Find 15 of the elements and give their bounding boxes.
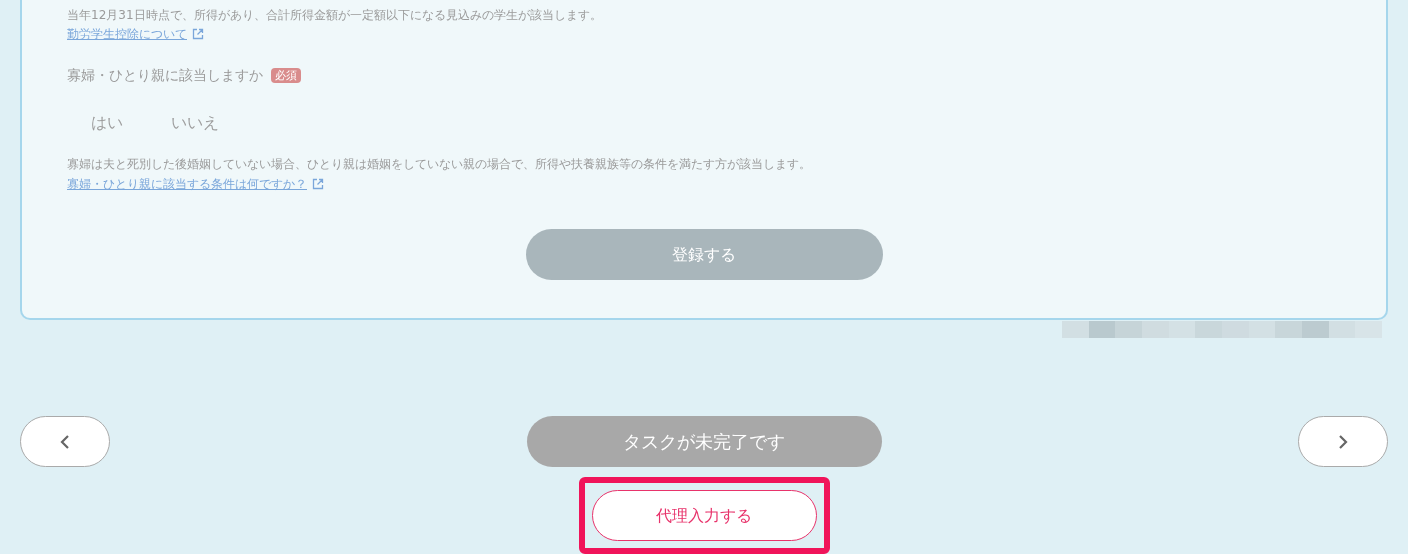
question-label: 寡婦・ひとり親に該当しますか — [67, 65, 263, 85]
help-link[interactable]: 寡婦・ひとり親に該当する条件は何ですか？ — [67, 175, 307, 193]
proxy-input-button[interactable]: 代理入力する — [591, 490, 817, 541]
help-text: 寡婦は夫と死別した後婚姻していない場合、ひとり親は婚姻をしていない親の場合で、所得や扶養親族等の条件を満たす方が該当します。 — [67, 156, 812, 173]
chevron-left-icon — [60, 433, 70, 450]
external-link-icon — [312, 178, 324, 190]
help-link[interactable]: 勤労学生控除について — [67, 25, 187, 43]
external-link-icon — [192, 28, 204, 40]
next-button[interactable] — [1298, 416, 1388, 467]
required-badge: 必須 — [271, 67, 301, 83]
help-text: 当年12月31日時点で、所得があり、合計所得金額が一定額以下になる見込みの学生が該当します。 — [67, 7, 603, 24]
previous-button[interactable] — [20, 416, 110, 467]
radio-option[interactable]: はい — [91, 111, 123, 135]
chevron-right-icon — [1338, 433, 1348, 450]
radio-option[interactable]: いいえ — [171, 111, 219, 135]
